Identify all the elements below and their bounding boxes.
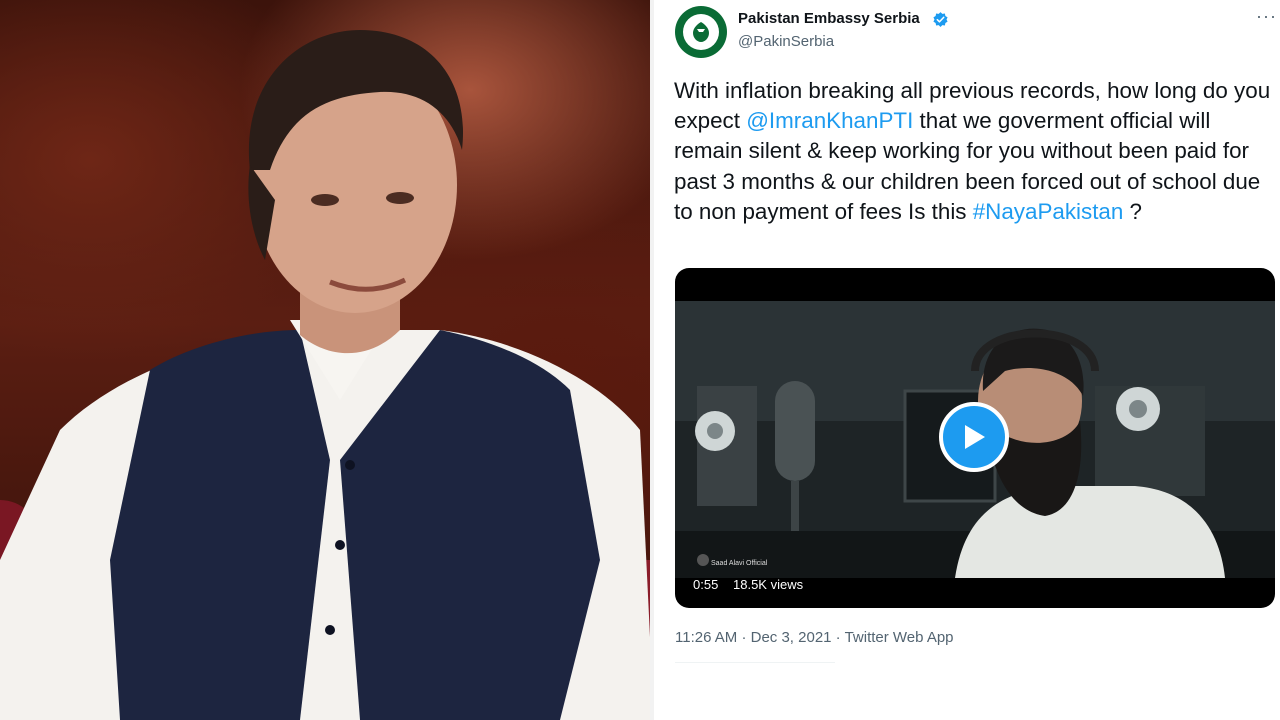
meta-separator: · — [835, 629, 841, 646]
tweet-time[interactable]: 11:26 AM — [675, 629, 737, 646]
panel-divider — [650, 0, 654, 720]
tweet-date[interactable]: Dec 3, 2021 — [751, 629, 832, 646]
verified-badge-icon — [933, 12, 948, 27]
more-options-icon[interactable]: ··· — [1256, 6, 1277, 27]
tweet-card: Pakistan Embassy Serbia @PakinSerbia ···… — [658, 0, 1280, 720]
hashtag-link[interactable]: #NayaPakistan — [973, 199, 1124, 224]
tweet-text: With inflation breaking all previous rec… — [674, 76, 1274, 227]
tweet-source[interactable]: Twitter Web App — [845, 629, 954, 646]
video-watermark: Saad Alavi Official — [711, 560, 768, 567]
mention-link[interactable]: @ImranKhanPTI — [746, 108, 913, 133]
government-emblem-icon[interactable] — [675, 6, 727, 58]
portrait-photo — [0, 0, 654, 720]
divider-line — [675, 662, 835, 663]
video-views: 18.5K views — [733, 577, 804, 592]
account-handle[interactable]: @PakinSerbia — [738, 33, 834, 50]
watermark-avatar — [697, 554, 709, 566]
video-duration: 0:55 — [693, 577, 719, 592]
play-icon[interactable] — [939, 402, 1009, 472]
meta-separator: · — [741, 629, 747, 646]
person-figure — [0, 30, 654, 720]
account-name[interactable]: Pakistan Embassy Serbia — [738, 10, 920, 27]
tweet-text-part3: ? — [1123, 198, 1143, 224]
tweet-meta: 11:26 AM · Dec 3, 2021 · Twitter Web App — [675, 629, 954, 646]
video-player[interactable]: Saad Alavi Official 0:55 18.5K views — [675, 268, 1275, 608]
